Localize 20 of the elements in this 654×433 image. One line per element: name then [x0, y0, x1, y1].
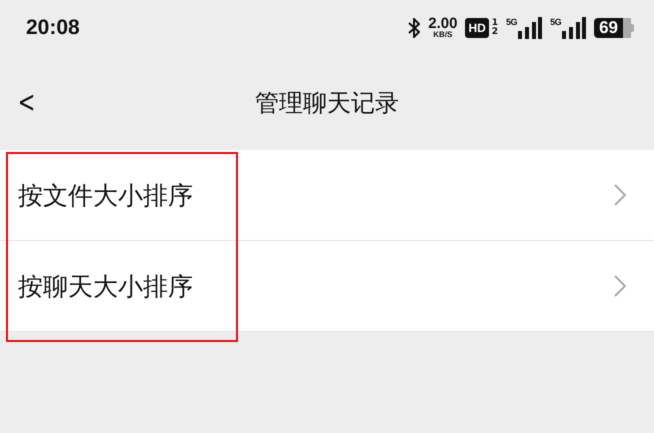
- network-label: 5G: [506, 16, 518, 26]
- signal-icon: [562, 16, 586, 38]
- network-label: 5G: [550, 16, 562, 26]
- item-label: 按聊天大小排序: [18, 270, 193, 302]
- item-label: 按文件大小排序: [18, 180, 193, 212]
- back-button[interactable]: <: [12, 85, 41, 120]
- chevron-icon: [614, 184, 626, 206]
- status-time: 20:08: [26, 16, 80, 40]
- speed-unit: KB/S: [433, 31, 452, 39]
- list-item[interactable]: 按聊天大小排序: [0, 241, 654, 332]
- battery-indicator: 69: [594, 18, 634, 38]
- bluetooth-icon: [408, 18, 420, 38]
- list-item[interactable]: 按文件大小排序: [0, 150, 654, 241]
- network-speed: 2.00: [428, 16, 458, 31]
- sim-number: 1: [492, 18, 498, 28]
- hd-badge: HD: [465, 18, 489, 38]
- signal-icon: [518, 16, 542, 38]
- page-title: 管理聊天记录: [255, 88, 399, 118]
- sim-number: 2: [492, 28, 498, 36]
- chevron-icon: [614, 275, 626, 297]
